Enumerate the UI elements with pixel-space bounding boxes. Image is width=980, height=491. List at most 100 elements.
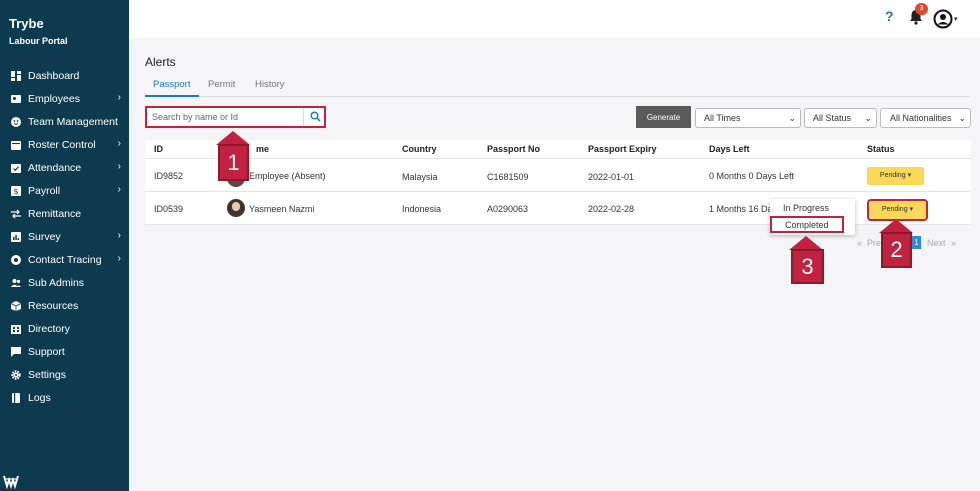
sidebar-item-employees[interactable]: Employees ›	[0, 87, 129, 110]
resources-icon	[11, 300, 21, 311]
directory-icon	[11, 324, 21, 334]
pagination-next[interactable]: Next	[927, 238, 946, 248]
logs-icon	[11, 392, 21, 403]
chevron-right-icon: ›	[117, 92, 121, 103]
sidebar-item-attendance[interactable]: Attendance ›	[0, 156, 129, 179]
trybe-logo-icon	[3, 475, 19, 489]
tab-permit[interactable]: Permit	[208, 79, 235, 90]
status-filter-select[interactable]: All Status ⌄	[804, 108, 877, 128]
team-icon	[11, 116, 21, 127]
attendance-icon	[11, 163, 21, 173]
chevron-down-icon: ⌄	[788, 113, 796, 123]
tab-history[interactable]: History	[255, 79, 285, 90]
time-filter-select[interactable]: All Times ⌄	[695, 108, 801, 128]
help-icon[interactable]: ?	[885, 8, 894, 24]
row-name: Employee (Absent)	[249, 171, 326, 181]
callout-2: 2	[881, 232, 912, 268]
caret-down-icon: ▾	[907, 172, 912, 179]
sidebar-item-resources[interactable]: Resources	[0, 294, 129, 317]
column-header-passport-no: Passport No	[487, 144, 541, 154]
sidebar-nav: Dashboard Employees › Team Management Ro…	[0, 64, 129, 409]
contact-tracing-icon	[11, 254, 21, 265]
chevron-right-icon: ›	[117, 138, 121, 149]
table-divider	[145, 158, 971, 159]
sidebar-item-label: Payroll	[28, 184, 61, 197]
search-box	[145, 106, 326, 128]
sidebar-item-team-management[interactable]: Team Management	[0, 110, 129, 133]
sidebar-item-survey[interactable]: Survey ›	[0, 225, 129, 248]
row-passport-no: C1681509	[487, 172, 529, 182]
dashboard-icon	[11, 70, 21, 81]
brand-name: Trybe	[9, 16, 44, 31]
column-header-passport-expiry: Passport Expiry	[588, 144, 657, 154]
nationality-filter-select[interactable]: All Nationalities ⌄	[880, 108, 971, 128]
sidebar-item-label: Support	[28, 345, 65, 358]
status-dropdown-button[interactable]: Pending ▾	[867, 199, 928, 221]
tab-passport[interactable]: Passport	[153, 79, 191, 90]
sidebar-item-label: Settings	[28, 368, 66, 381]
callout-arrow-1	[216, 131, 250, 145]
table-divider	[145, 191, 971, 192]
sidebar-item-label: Roster Control	[28, 138, 96, 151]
search-icon[interactable]	[310, 111, 321, 122]
active-tab-indicator	[145, 95, 199, 97]
sidebar-item-support[interactable]: Support	[0, 340, 129, 363]
sidebar-item-sub-admins[interactable]: Sub Admins	[0, 271, 129, 294]
tab-bar: Passport Permit History	[145, 77, 970, 97]
column-header-status: Status	[867, 144, 895, 154]
status-label: Pending	[879, 172, 906, 179]
sub-admins-icon	[11, 278, 21, 288]
chevron-down-icon: ⌄	[864, 113, 872, 123]
row-id: ID0539	[154, 204, 184, 214]
chevron-down-icon: ⌄	[958, 113, 966, 123]
generate-button[interactable]: Generate	[636, 106, 691, 128]
chevron-right-icon: ›	[117, 230, 121, 241]
status-dropdown-button[interactable]: Pending ▾	[867, 167, 924, 185]
sidebar-item-roster-control[interactable]: Roster Control ›	[0, 133, 129, 156]
roster-icon	[11, 140, 21, 150]
row-passport-expiry: 2022-02-28	[588, 204, 635, 214]
callout-1: 1	[218, 144, 249, 181]
sidebar-item-dashboard[interactable]: Dashboard	[0, 64, 129, 87]
menu-item-completed[interactable]: Completed	[770, 216, 844, 233]
column-header-days-left: Days Left	[709, 144, 750, 154]
row-country: Malaysia	[402, 172, 438, 182]
status-dropdown-menu: In Progress Completed	[770, 199, 855, 235]
row-passport-no: A0290063	[487, 204, 529, 214]
row-days-left: 0 Months 0 Days Left	[709, 171, 795, 181]
chevron-right-icon: ›	[117, 161, 121, 172]
employees-icon	[11, 94, 21, 104]
column-header-country: Country	[402, 144, 437, 154]
sidebar-item-directory[interactable]: Directory	[0, 317, 129, 340]
sidebar-item-label: Remittance	[28, 207, 82, 220]
pagination-next-icon[interactable]: »	[951, 238, 956, 248]
sidebar-item-payroll[interactable]: $ Payroll ›	[0, 179, 129, 202]
sidebar-item-label: Contact Tracing	[28, 253, 102, 266]
pagination-prev-icon[interactable]: «	[857, 238, 862, 248]
row-id: ID9852	[154, 171, 184, 181]
row-country: Indonesia	[402, 204, 442, 214]
menu-item-in-progress[interactable]: In Progress	[783, 203, 829, 213]
status-filter-value: All Status	[813, 113, 852, 123]
sidebar-item-logs[interactable]: Logs	[0, 386, 129, 409]
notification-badge: 3	[915, 3, 928, 15]
pagination-current-page[interactable]: 1	[912, 236, 921, 249]
user-avatar-icon[interactable]	[933, 9, 953, 29]
chevron-right-icon: ›	[117, 253, 121, 264]
sidebar-item-contact-tracing[interactable]: Contact Tracing ›	[0, 248, 129, 271]
top-bar: ? 3 ▾	[129, 0, 980, 38]
survey-icon	[11, 231, 21, 242]
svg-text:$: $	[13, 187, 18, 196]
remittance-icon	[11, 209, 21, 219]
status-label: Pending	[881, 206, 908, 213]
chevron-down-icon[interactable]: ▾	[954, 15, 958, 23]
row-name: Yasmeen Nazmi	[249, 204, 315, 214]
brand-subtitle: Labour Portal	[9, 36, 68, 46]
gear-icon	[11, 369, 21, 380]
pagination-prev[interactable]: Pre	[867, 238, 881, 248]
row-days-left: 1 Months 16 Da	[709, 204, 773, 214]
caret-down-icon: ▾	[909, 206, 914, 213]
sidebar-item-settings[interactable]: Settings	[0, 363, 129, 386]
sidebar-item-remittance[interactable]: Remittance	[0, 202, 129, 225]
search-input[interactable]	[147, 108, 304, 126]
